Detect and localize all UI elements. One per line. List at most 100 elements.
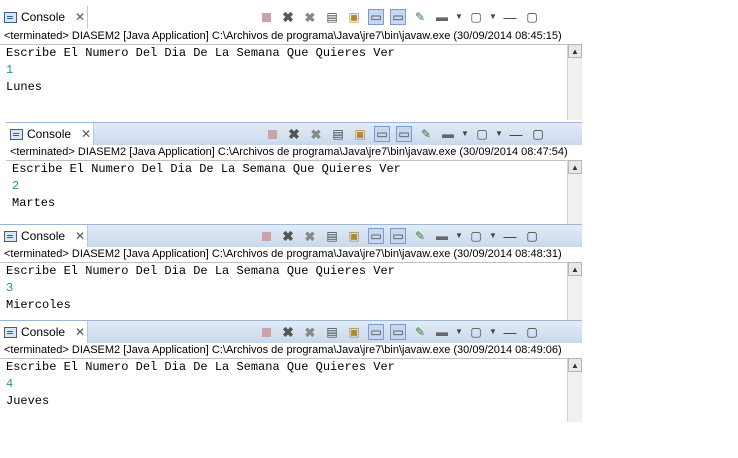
- close-icon[interactable]: ✕: [81, 127, 91, 141]
- remove-launch-icon[interactable]: ✖: [280, 324, 296, 340]
- remove-all-terminated-icon[interactable]: ✖: [302, 228, 318, 244]
- chevron-down-icon[interactable]: ▼: [455, 228, 463, 244]
- display-selected-console-icon[interactable]: ▬: [440, 126, 456, 142]
- user-input-line: 2: [12, 179, 20, 193]
- terminate-icon[interactable]: [258, 324, 274, 340]
- console-tabbar: Console ✕ ✖ ✖ ▤ ▣ ▭ ▭ ✎ ▬ ▼ ▢ ▼ — ▢: [0, 6, 582, 28]
- scroll-lock-icon[interactable]: ▣: [346, 324, 362, 340]
- console-toolbar: ✖ ✖ ▤ ▣ ▭ ▭ ✎ ▬ ▼ ▢ ▼ — ▢: [258, 228, 540, 244]
- terminate-icon[interactable]: [258, 9, 274, 25]
- prompt-line: Escribe El Numero Del Dia De La Semana Q…: [6, 46, 395, 60]
- prompt-line: Escribe El Numero Del Dia De La Semana Q…: [6, 264, 395, 278]
- close-icon[interactable]: ✕: [75, 229, 85, 243]
- show-on-stdout-icon[interactable]: ▭: [368, 228, 384, 244]
- show-on-stderr-icon[interactable]: ▭: [396, 126, 412, 142]
- minimize-icon[interactable]: —: [508, 126, 524, 142]
- remove-all-terminated-icon[interactable]: ✖: [308, 126, 324, 142]
- scroll-up-icon[interactable]: ▲: [568, 160, 582, 174]
- open-console-icon[interactable]: ▢: [468, 324, 484, 340]
- result-line: Miercoles: [6, 298, 71, 312]
- vertical-scrollbar[interactable]: ▲: [567, 44, 582, 120]
- pin-console-icon[interactable]: ✎: [418, 126, 434, 142]
- clear-console-icon[interactable]: ▤: [324, 9, 340, 25]
- result-line: Lunes: [6, 80, 43, 94]
- minimize-icon[interactable]: —: [502, 228, 518, 244]
- tab-label: Console: [21, 325, 66, 339]
- display-selected-console-icon[interactable]: ▬: [434, 228, 450, 244]
- remove-launch-icon[interactable]: ✖: [280, 9, 296, 25]
- prompt-line: Escribe El Numero Del Dia De La Semana Q…: [6, 360, 395, 374]
- scroll-lock-icon[interactable]: ▣: [352, 126, 368, 142]
- console-toolbar: ✖ ✖ ▤ ▣ ▭ ▭ ✎ ▬ ▼ ▢ ▼ — ▢: [264, 126, 546, 142]
- remove-launch-icon[interactable]: ✖: [286, 126, 302, 142]
- minimize-icon[interactable]: —: [502, 9, 518, 25]
- console-icon: [4, 230, 17, 242]
- remove-all-terminated-icon[interactable]: ✖: [302, 324, 318, 340]
- scroll-up-icon[interactable]: ▲: [568, 358, 582, 372]
- pin-console-icon[interactable]: ✎: [412, 228, 428, 244]
- vertical-scrollbar[interactable]: ▲: [567, 262, 582, 322]
- remove-launch-icon[interactable]: ✖: [280, 228, 296, 244]
- process-status: <terminated> DIASEM2 [Java Application] …: [10, 146, 568, 158]
- chevron-down-icon[interactable]: ▼: [495, 126, 503, 142]
- open-console-icon[interactable]: ▢: [468, 228, 484, 244]
- process-status: <terminated> DIASEM2 [Java Application] …: [4, 30, 562, 42]
- show-on-stdout-icon[interactable]: ▭: [368, 324, 384, 340]
- scroll-lock-icon[interactable]: ▣: [346, 9, 362, 25]
- console-tab[interactable]: Console ✕: [0, 225, 88, 247]
- console-output[interactable]: Escribe El Numero Del Dia De La Semana Q…: [0, 358, 582, 422]
- tab-label: Console: [21, 229, 66, 243]
- close-icon[interactable]: ✕: [75, 325, 85, 339]
- pin-console-icon[interactable]: ✎: [412, 9, 428, 25]
- maximize-icon[interactable]: ▢: [524, 9, 540, 25]
- vertical-scrollbar[interactable]: ▲: [567, 358, 582, 422]
- open-console-icon[interactable]: ▢: [468, 9, 484, 25]
- open-console-icon[interactable]: ▢: [474, 126, 490, 142]
- show-on-stdout-icon[interactable]: ▭: [374, 126, 390, 142]
- display-selected-console-icon[interactable]: ▬: [434, 9, 450, 25]
- console-tab[interactable]: Console ✕: [0, 321, 88, 343]
- show-on-stderr-icon[interactable]: ▭: [390, 9, 406, 25]
- close-icon[interactable]: ✕: [75, 10, 85, 24]
- console-icon: [10, 128, 23, 140]
- pin-console-icon[interactable]: ✎: [412, 324, 428, 340]
- console-output[interactable]: Escribe El Numero Del Dia De La Semana Q…: [0, 262, 582, 322]
- terminate-icon[interactable]: [258, 228, 274, 244]
- console-tabbar: Console ✕ ✖ ✖ ▤ ▣ ▭ ▭ ✎ ▬ ▼ ▢ ▼ — ▢: [0, 320, 582, 343]
- chevron-down-icon[interactable]: ▼: [489, 9, 497, 25]
- console-output[interactable]: Escribe El Numero Del Dia De La Semana Q…: [6, 160, 582, 226]
- user-input-line: 4: [6, 377, 14, 391]
- vertical-scrollbar[interactable]: ▲: [567, 160, 582, 226]
- console-view-2: Console ✕ ✖ ✖ ▤ ▣ ▭ ▭ ✎ ▬ ▼ ▢ ▼ — ▢ <ter…: [6, 122, 582, 226]
- process-status: <terminated> DIASEM2 [Java Application] …: [4, 248, 562, 260]
- show-on-stderr-icon[interactable]: ▭: [390, 324, 406, 340]
- console-view-1: Console ✕ ✖ ✖ ▤ ▣ ▭ ▭ ✎ ▬ ▼ ▢ ▼ — ▢ <ter…: [0, 6, 582, 120]
- show-on-stderr-icon[interactable]: ▭: [390, 228, 406, 244]
- show-on-stdout-icon[interactable]: ▭: [368, 9, 384, 25]
- result-line: Martes: [12, 196, 56, 210]
- scroll-lock-icon[interactable]: ▣: [346, 228, 362, 244]
- chevron-down-icon[interactable]: ▼: [455, 324, 463, 340]
- scroll-up-icon[interactable]: ▲: [568, 44, 582, 58]
- maximize-icon[interactable]: ▢: [524, 324, 540, 340]
- clear-console-icon[interactable]: ▤: [330, 126, 346, 142]
- maximize-icon[interactable]: ▢: [524, 228, 540, 244]
- clear-console-icon[interactable]: ▤: [324, 228, 340, 244]
- minimize-icon[interactable]: —: [502, 324, 518, 340]
- chevron-down-icon[interactable]: ▼: [455, 9, 463, 25]
- remove-all-terminated-icon[interactable]: ✖: [302, 9, 318, 25]
- console-tab[interactable]: Console ✕: [6, 123, 94, 145]
- console-toolbar: ✖ ✖ ▤ ▣ ▭ ▭ ✎ ▬ ▼ ▢ ▼ — ▢: [258, 324, 540, 340]
- chevron-down-icon[interactable]: ▼: [489, 228, 497, 244]
- clear-console-icon[interactable]: ▤: [324, 324, 340, 340]
- display-selected-console-icon[interactable]: ▬: [434, 324, 450, 340]
- console-tab[interactable]: Console ✕: [0, 6, 88, 28]
- chevron-down-icon[interactable]: ▼: [461, 126, 469, 142]
- chevron-down-icon[interactable]: ▼: [489, 324, 497, 340]
- console-icon: [4, 326, 17, 338]
- scroll-up-icon[interactable]: ▲: [568, 262, 582, 276]
- terminate-icon[interactable]: [264, 126, 280, 142]
- console-output[interactable]: Escribe El Numero Del Dia De La Semana Q…: [0, 44, 582, 120]
- prompt-line: Escribe El Numero Del Dia De La Semana Q…: [12, 162, 401, 176]
- maximize-icon[interactable]: ▢: [530, 126, 546, 142]
